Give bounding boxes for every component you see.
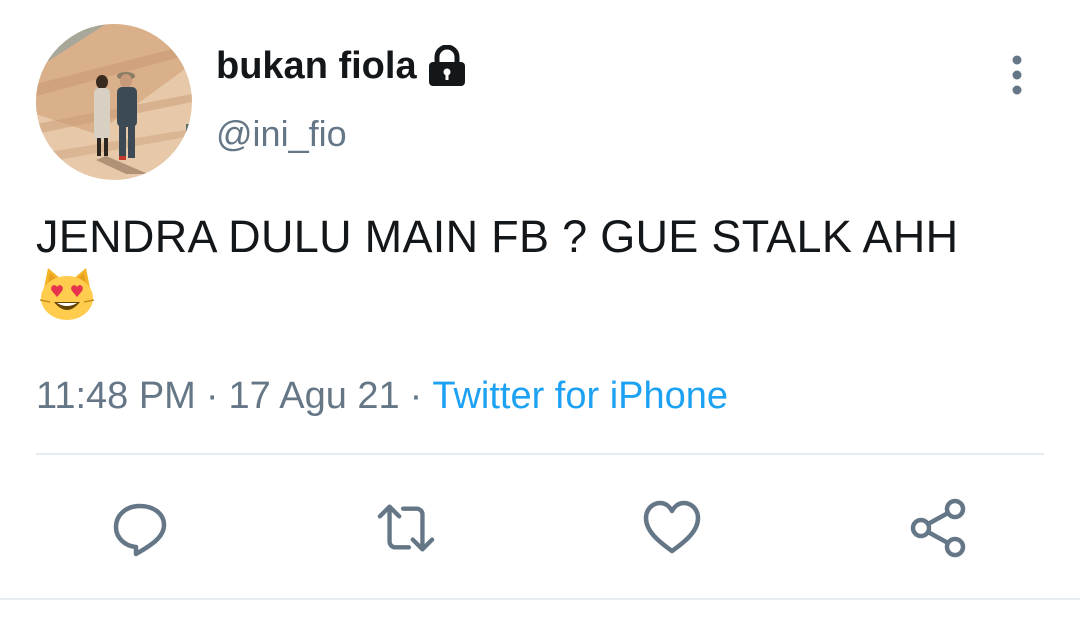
handle[interactable]: @ini_fio: [216, 112, 347, 156]
reply-icon: [113, 503, 167, 557]
more-vertical-icon: [1012, 55, 1022, 95]
meta-separator: ·: [409, 375, 423, 417]
tweet-date: 17 Agu 21: [228, 375, 400, 417]
retweet-button[interactable]: [376, 498, 436, 558]
retweet-icon: [377, 504, 435, 552]
heart-eyes-cat-emoji: [39, 268, 95, 320]
lock-icon: [428, 45, 465, 86]
display-name-text: bukan fiola: [216, 45, 417, 87]
profile-photo: [36, 24, 192, 180]
tweet-text: JENDRA DULU MAIN FB ? GUE STALK AHH: [36, 208, 1016, 326]
avatar[interactable]: [36, 24, 192, 180]
share-icon: [910, 498, 966, 558]
tweet-time: 11:48 PM: [36, 375, 196, 417]
tweet-text-body: JENDRA DULU MAIN FB ? GUE STALK AHH: [36, 211, 959, 262]
meta-separator: ·: [205, 375, 219, 417]
bottom-divider: [0, 598, 1080, 600]
share-button[interactable]: [908, 498, 968, 558]
like-button[interactable]: [642, 498, 702, 558]
divider: [36, 453, 1044, 455]
like-icon: [643, 500, 701, 554]
reply-button[interactable]: [110, 498, 170, 558]
more-options-button[interactable]: [996, 54, 1038, 96]
tweet-source-link[interactable]: Twitter for iPhone: [432, 375, 728, 417]
display-name[interactable]: bukan fiola: [216, 42, 467, 90]
tweet-meta: 11:48 PM · 17 Agu 21 · Twitter for iPhone: [36, 372, 728, 420]
